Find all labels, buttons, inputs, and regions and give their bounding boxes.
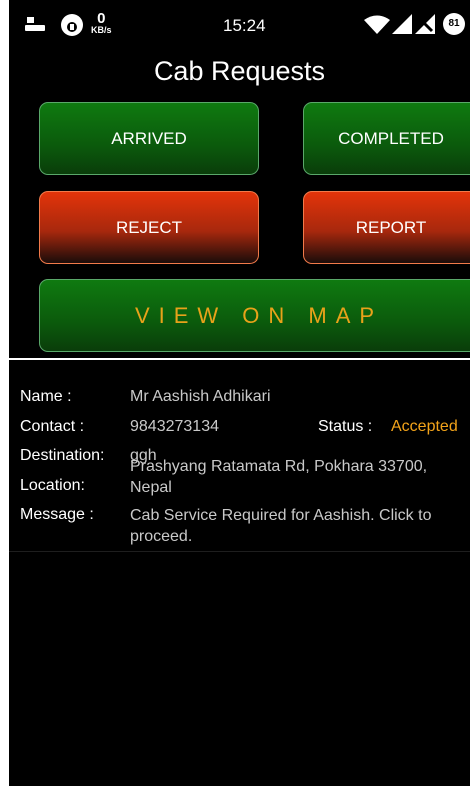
report-button[interactable]: REPORT bbox=[303, 191, 470, 264]
status-value: Accepted bbox=[391, 418, 458, 435]
signal-icon bbox=[392, 14, 412, 34]
completed-button[interactable]: COMPLETED bbox=[303, 102, 470, 175]
app-screen: 0 KB/s 15:24 81 Cab Requests ARRIVED COM… bbox=[9, 0, 470, 786]
location-label: Location: bbox=[20, 477, 85, 494]
divider bbox=[9, 358, 470, 360]
laptop-notification-icon bbox=[25, 17, 45, 31]
page-title: Cab Requests bbox=[153, 56, 326, 86]
no-signal-icon bbox=[415, 14, 435, 34]
status-label: Status : bbox=[318, 418, 373, 435]
location-value: Prashyang Ratamata Rd, Pokhara 33700, Ne… bbox=[130, 458, 428, 496]
message-label: Message : bbox=[20, 506, 94, 523]
destination-label: Destination: bbox=[20, 447, 105, 464]
app-notification-icon bbox=[61, 14, 83, 36]
network-speed-value: 0 bbox=[97, 10, 106, 27]
view-on-map-button[interactable]: VIEW ON MAP bbox=[39, 279, 470, 352]
status-bar: 0 KB/s 15:24 81 bbox=[9, 0, 470, 48]
wifi-icon bbox=[364, 15, 390, 34]
contact-value: 9843273134 bbox=[130, 418, 219, 435]
contact-label: Contact : bbox=[20, 418, 85, 435]
reject-button[interactable]: REJECT bbox=[39, 191, 259, 264]
network-speed-unit: KB/s bbox=[91, 25, 112, 35]
list-separator bbox=[9, 551, 470, 552]
battery-icon: 81 bbox=[443, 13, 465, 35]
name-label: Name : bbox=[20, 388, 72, 405]
name-value: Mr Aashish Adhikari bbox=[130, 388, 271, 405]
network-speed: 0 KB/s bbox=[91, 11, 112, 35]
clock: 15:24 bbox=[223, 16, 266, 35]
arrived-button[interactable]: ARRIVED bbox=[39, 102, 259, 175]
message-value: Cab Service Required for Aashish. Click … bbox=[130, 507, 432, 545]
